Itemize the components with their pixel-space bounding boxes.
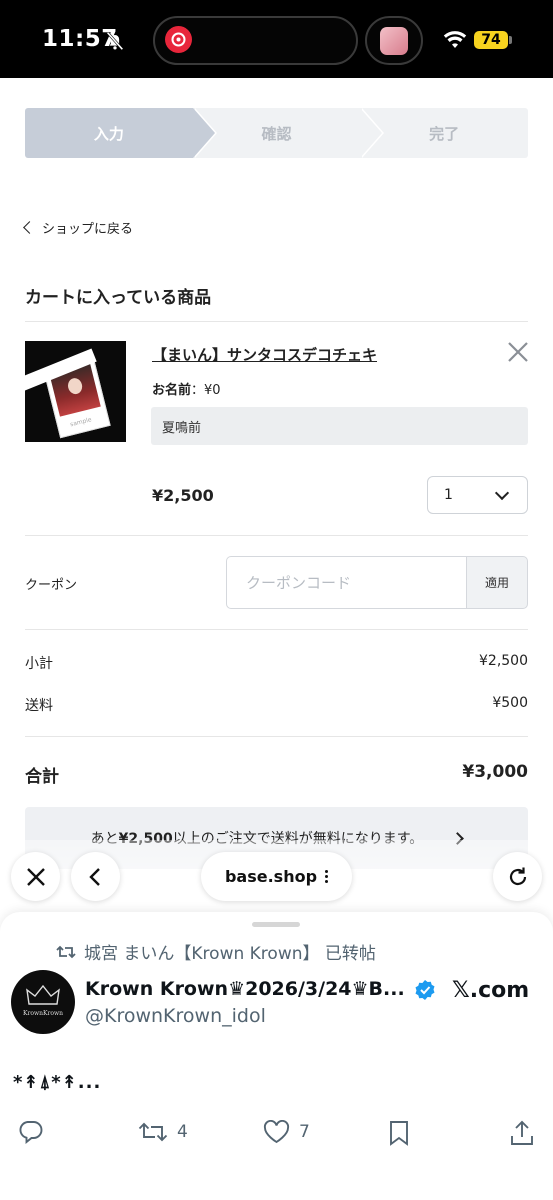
reload-button[interactable] bbox=[493, 852, 542, 901]
repost-indicator: 城宮 まいん【Krown Krown】 已转帖 bbox=[56, 939, 376, 964]
reply-icon bbox=[19, 1121, 43, 1144]
back-link-label: ショップに戻る bbox=[42, 222, 134, 237]
back-to-shop-link[interactable]: ショップに戻る bbox=[23, 218, 134, 237]
step-label: 入力 bbox=[93, 124, 124, 143]
like-button[interactable]: 7 bbox=[263, 1120, 310, 1144]
retweet-count: 4 bbox=[177, 1122, 188, 1142]
checkout-stepper: 入力 確認 完了 bbox=[25, 108, 528, 158]
product-thumbnail[interactable]: sample bbox=[25, 341, 126, 442]
url-text: base.shop bbox=[224, 867, 318, 886]
battery-tip bbox=[509, 36, 512, 44]
total-label: 合計 bbox=[25, 767, 59, 787]
close-icon bbox=[26, 867, 45, 886]
avatar[interactable]: KrownKrown bbox=[11, 970, 75, 1034]
option-value-box: 夏鳴前 bbox=[151, 407, 528, 445]
quantity-value: 1 bbox=[444, 487, 453, 503]
thumb-watermark: sample bbox=[69, 416, 93, 429]
divider bbox=[25, 629, 528, 630]
wifi-icon bbox=[443, 31, 467, 48]
divider bbox=[25, 736, 528, 737]
url-bar[interactable]: base.shop bbox=[201, 852, 352, 901]
sheet-grabber[interactable] bbox=[252, 922, 300, 927]
bell-slash-icon bbox=[106, 31, 124, 51]
bookmark-icon bbox=[390, 1121, 408, 1146]
cart-title: カートに入っている商品 bbox=[25, 288, 212, 308]
crown-logo-icon bbox=[26, 984, 60, 1005]
option-name: お名前 bbox=[152, 383, 192, 398]
subtotal-row: 小計 ¥2,500 bbox=[25, 653, 528, 673]
shipping-label: 送料 bbox=[25, 698, 53, 714]
option-price: ：¥0 bbox=[191, 383, 221, 398]
tweet-text: *↟⍋*↟... bbox=[13, 1072, 102, 1093]
chevron-left-icon bbox=[23, 221, 36, 234]
live-activity-pill[interactable] bbox=[365, 16, 423, 65]
step-label: 完了 bbox=[429, 124, 460, 143]
total-row: 合計 ¥3,000 bbox=[25, 762, 528, 787]
coupon-apply-button[interactable]: 適用 bbox=[466, 556, 528, 609]
post-sheet: 城宮 まいん【Krown Krown】 已转帖 KrownKrown Krown… bbox=[0, 912, 553, 1200]
shipping-value: ¥500 bbox=[492, 695, 528, 711]
step-input: 入力 bbox=[25, 108, 217, 158]
music-app-icon bbox=[165, 26, 192, 53]
chevron-left-icon bbox=[88, 867, 100, 886]
step-label: 確認 bbox=[261, 124, 292, 143]
quantity-select[interactable]: 1 bbox=[427, 476, 528, 514]
author-name[interactable]: Krown Krown♛2026/3/24♛B... bbox=[85, 978, 418, 1000]
subtotal-label: 小計 bbox=[25, 656, 53, 672]
close-icon[interactable] bbox=[506, 340, 530, 364]
divider bbox=[25, 321, 528, 322]
verified-badge-icon bbox=[415, 980, 435, 1000]
author-handle[interactable]: @KrownKrown_idol bbox=[85, 1005, 266, 1027]
status-bar: 11:57 74 bbox=[0, 0, 553, 78]
step-complete: 完了 bbox=[360, 108, 528, 158]
share-button[interactable] bbox=[510, 1120, 534, 1146]
avatar-brand: KrownKrown bbox=[23, 1010, 63, 1017]
total-value: ¥3,000 bbox=[462, 762, 528, 782]
share-icon bbox=[511, 1120, 533, 1145]
reply-button[interactable] bbox=[18, 1120, 43, 1144]
divider bbox=[25, 535, 528, 536]
reload-icon bbox=[509, 867, 526, 885]
repost-icon bbox=[56, 945, 76, 958]
dynamic-island[interactable] bbox=[153, 16, 358, 65]
like-count: 7 bbox=[299, 1122, 310, 1142]
retweet-button[interactable]: 4 bbox=[138, 1120, 188, 1144]
retweet-icon bbox=[138, 1122, 168, 1142]
product-name-link[interactable]: 【まいん】サンタコスデコチェキ bbox=[152, 344, 377, 365]
shipping-row: 送料 ¥500 bbox=[25, 695, 528, 715]
heart-icon bbox=[263, 1120, 290, 1144]
close-browser-button[interactable] bbox=[11, 852, 60, 901]
tweet-actions: 4 7 bbox=[0, 1120, 553, 1150]
battery-indicator: 74 bbox=[474, 31, 508, 49]
option-label: お名前：¥0 bbox=[152, 379, 221, 398]
repost-text: 城宮 まいん【Krown Krown】 已转帖 bbox=[84, 944, 376, 964]
bookmark-button[interactable] bbox=[388, 1120, 410, 1146]
coupon-input[interactable]: クーポンコード bbox=[226, 556, 468, 609]
app-thumbnail-icon bbox=[380, 27, 408, 55]
coupon-label: クーポン bbox=[25, 578, 78, 593]
back-button[interactable] bbox=[71, 852, 120, 901]
subtotal-value: ¥2,500 bbox=[479, 653, 528, 669]
x-com-link[interactable]: 𝕏.com bbox=[452, 978, 529, 1003]
chevron-down-icon bbox=[494, 485, 510, 501]
more-options-icon[interactable] bbox=[325, 870, 329, 883]
step-confirm: 確認 bbox=[192, 108, 385, 158]
item-price: ¥2,500 bbox=[152, 486, 214, 505]
